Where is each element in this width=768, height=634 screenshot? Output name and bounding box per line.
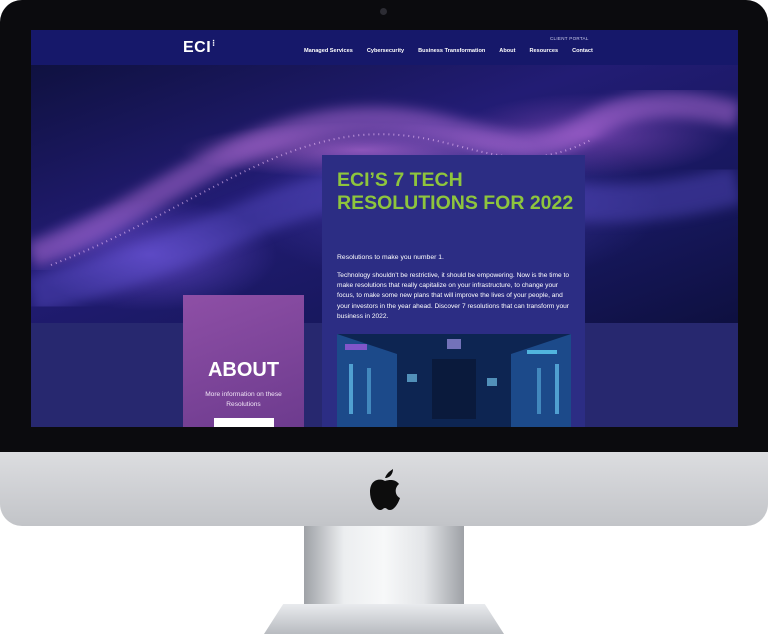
nav-item-cybersecurity[interactable]: Cybersecurity <box>367 48 404 54</box>
server-room-graphic <box>337 334 571 427</box>
logo-text: ECI <box>183 39 212 56</box>
nav-item-contact[interactable]: Contact <box>572 48 593 54</box>
top-navigation: ECI⁝ CLIENT PORTAL Managed Services Cybe… <box>31 30 738 65</box>
about-title: ABOUT <box>207 359 280 381</box>
article-title: ECI’S 7 TECH RESOLUTIONS FOR 2022 <box>337 169 574 214</box>
about-card[interactable]: ABOUT More information on these Resoluti… <box>183 295 304 427</box>
apple-logo-icon <box>370 469 400 510</box>
article-body: Technology shouldn’t be restrictive, it … <box>337 272 569 320</box>
logo-mark-icon: ⁝ <box>212 38 216 48</box>
about-subtitle: More information on these Resolutions <box>205 391 282 408</box>
eci-logo[interactable]: ECI⁝ <box>183 38 216 57</box>
datacenter-image <box>337 334 571 427</box>
monitor-screen: ECI⁝ CLIENT PORTAL Managed Services Cybe… <box>31 30 738 427</box>
monitor-stand-foot <box>264 604 504 634</box>
about-button[interactable] <box>213 418 274 427</box>
client-portal-link[interactable]: CLIENT PORTAL <box>550 36 589 41</box>
nav-menu: Managed Services Cybersecurity Business … <box>304 48 593 54</box>
article-card: ECI’S 7 TECH RESOLUTIONS FOR 2022 Resolu… <box>322 155 585 427</box>
nav-item-business-transformation[interactable]: Business Transformation <box>418 48 485 54</box>
camera-icon <box>380 8 387 15</box>
article-subtitle: Resolutions to make you number 1. <box>337 254 444 261</box>
nav-item-managed-services[interactable]: Managed Services <box>304 48 353 54</box>
nav-item-about[interactable]: About <box>499 48 515 54</box>
nav-item-resources[interactable]: Resources <box>529 48 558 54</box>
monitor-stand-neck <box>304 526 464 606</box>
